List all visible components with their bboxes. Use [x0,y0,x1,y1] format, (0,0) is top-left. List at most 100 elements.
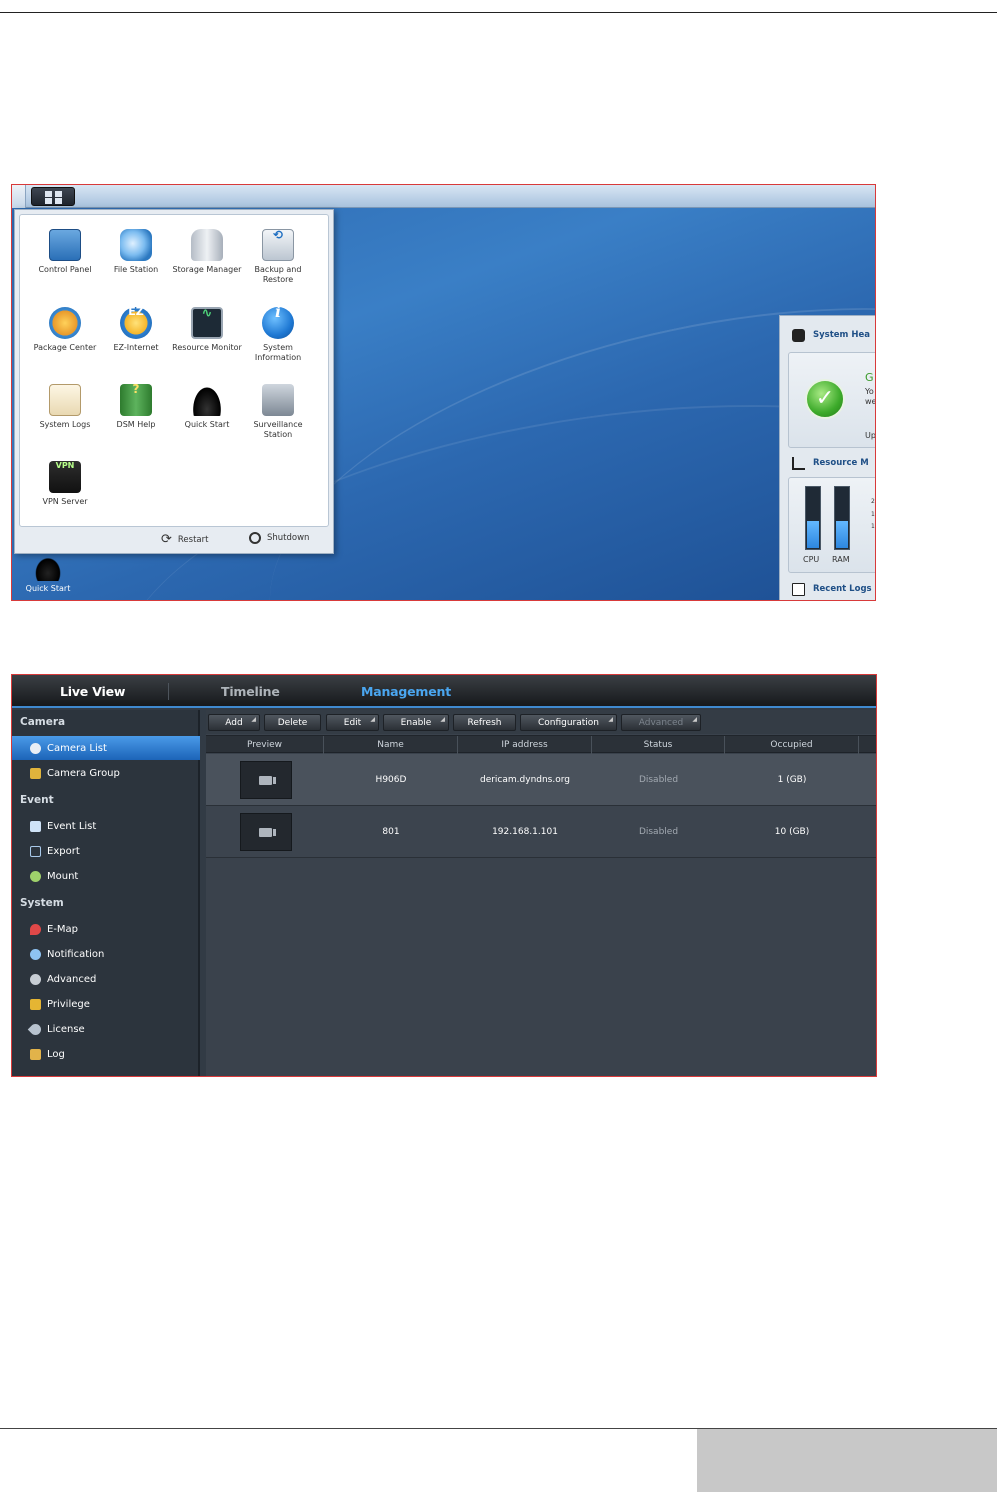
tab-live-view[interactable]: Live View [60,675,125,708]
sidebar-item-log[interactable]: Log [12,1042,200,1066]
camera-ip: dericam.dyndns.org [479,775,570,785]
cpu-bar [805,486,821,550]
cpu-label: CPU [803,555,820,564]
column-name[interactable]: Name [324,736,458,754]
system-health-panel: ✓ G Yo we Up [788,352,875,448]
sidebar-item-license[interactable]: License [12,1017,200,1041]
file-station-icon [120,229,152,261]
camera-status: Disabled [638,827,679,837]
dropdown-arrow-icon: ◢ [692,716,697,723]
edit-button[interactable]: Edit ◢ [326,714,379,731]
sidebar-item-event-list[interactable]: Event List [12,814,200,838]
camera-ip: 192.168.1.101 [492,827,558,837]
app-surveillance-station[interactable]: Surveillance Station [242,384,314,440]
storage-manager-icon [191,229,223,261]
column-preview[interactable]: Preview [206,736,324,754]
video-camera-icon [259,776,272,785]
dropdown-arrow-icon: ◢ [440,716,445,723]
restart-button[interactable]: ⟳ Restart [161,532,208,547]
app-system-information[interactable]: i System Information [242,304,314,363]
sidebar-item-export[interactable]: Export [12,839,200,863]
table-header: Preview Name IP address Status Occupied [206,735,876,754]
app-backup-restore[interactable]: ⟲ Backup and Restore [242,229,314,285]
tab-timeline[interactable]: Timeline [221,675,280,708]
show-desktop-button[interactable] [12,185,26,208]
app-storage-manager[interactable]: Storage Manager [171,229,243,275]
camera-name: H906D [375,775,407,785]
app-package-center[interactable]: Package Center [29,307,101,353]
sidebar-item-mount[interactable]: Mount [12,864,200,888]
vpn-server-icon: VPN [49,461,81,493]
toolbar: Add ◢ Delete Edit ◢ Enable ◢ Refresh Config… [206,710,876,734]
refresh-button[interactable]: Refresh [453,714,516,731]
sidebar-item-advanced[interactable]: Advanced [12,967,200,991]
quick-start-icon [191,384,223,416]
key-icon [27,1021,44,1037]
surveillance-station-icon [262,384,294,416]
app-system-logs[interactable]: System Logs [29,384,101,430]
sidebar-item-camera-list[interactable]: Camera List [12,736,200,760]
resource-monitor-icon: ∿ [191,307,223,339]
power-icon [249,532,261,544]
enable-button[interactable]: Enable ◢ [383,714,449,731]
dropdown-arrow-icon: ◢ [608,716,613,723]
app-dsm-help[interactable]: ? DSM Help [100,383,172,430]
table-row[interactable]: 801 192.168.1.101 Disabled 10 (GB) [206,806,876,858]
bar-chart-icon [792,456,805,470]
sidebar-item-camera-group[interactable]: Camera Group [12,761,200,785]
system-information-icon: i [262,304,294,339]
column-status[interactable]: Status [592,736,725,754]
document-icon [792,582,805,596]
sidebar-item-privilege[interactable]: Privilege [12,992,200,1016]
grid-icon [45,191,52,197]
camera-icon [30,742,41,754]
resource-monitor-panel: CPU RAM 2 1 1 [788,477,875,573]
resource-monitor-header[interactable]: Resource M [780,452,875,474]
app-control-panel[interactable]: Control Panel [29,229,101,275]
check-icon: ✓ [805,379,845,419]
camera-preview-thumbnail [240,761,292,799]
quick-start-icon [33,555,63,581]
desktop-quick-start-shortcut[interactable]: Quick Start [22,555,74,593]
camera-status: Disabled [638,775,679,785]
folder-icon [30,767,41,779]
dropdown-arrow-icon: ◢ [251,716,256,723]
shield-icon [792,328,805,342]
app-resource-monitor[interactable]: ∿ Resource Monitor [171,307,243,353]
system-health-header[interactable]: System Hea [780,324,875,346]
log-icon [30,1048,41,1060]
taskbar [12,185,875,208]
gear-icon [30,973,41,985]
surveillance-station-screenshot: Live View Timeline Management Camera Cam… [11,674,877,1077]
page-top-rule [0,12,997,13]
section-event: Event [20,794,54,806]
sidebar-item-notification[interactable]: Notification [12,942,200,966]
app-vpn-server[interactable]: VPN VPN Server [29,461,101,507]
configuration-button[interactable]: Configuration ◢ [520,714,617,731]
column-ip-address[interactable]: IP address [458,736,592,754]
backup-restore-icon: ⟲ [262,229,294,261]
recent-logs-header[interactable]: Recent Logs [780,578,875,600]
sidebar-item-e-map[interactable]: E-Map [12,917,200,941]
app-quick-start[interactable]: Quick Start [171,384,243,430]
add-button[interactable]: Add ◢ [208,714,260,731]
ram-bar [834,486,850,550]
main-menu-button[interactable] [31,187,75,206]
health-status: G [865,371,874,384]
package-center-icon [49,307,81,339]
section-system: System [20,897,64,909]
app-ez-internet[interactable]: EZ EZ-Internet [100,306,172,353]
camera-occupied: 10 (GB) [774,827,810,837]
system-logs-icon [49,384,81,416]
column-occupied[interactable]: Occupied [725,736,859,754]
dropdown-arrow-icon: ◢ [370,716,375,723]
restart-icon: ⟳ [161,532,172,547]
shutdown-button[interactable]: Shutdown [249,532,309,544]
app-file-station[interactable]: File Station [100,229,172,275]
control-panel-icon [49,229,81,261]
table-row[interactable]: H906D dericam.dyndns.org Disabled 1 (GB) [206,754,876,806]
ez-internet-icon: EZ [120,306,152,339]
tab-management[interactable]: Management [361,675,451,708]
delete-button[interactable]: Delete [264,714,321,731]
advanced-button[interactable]: Advanced ◢ [621,714,701,731]
